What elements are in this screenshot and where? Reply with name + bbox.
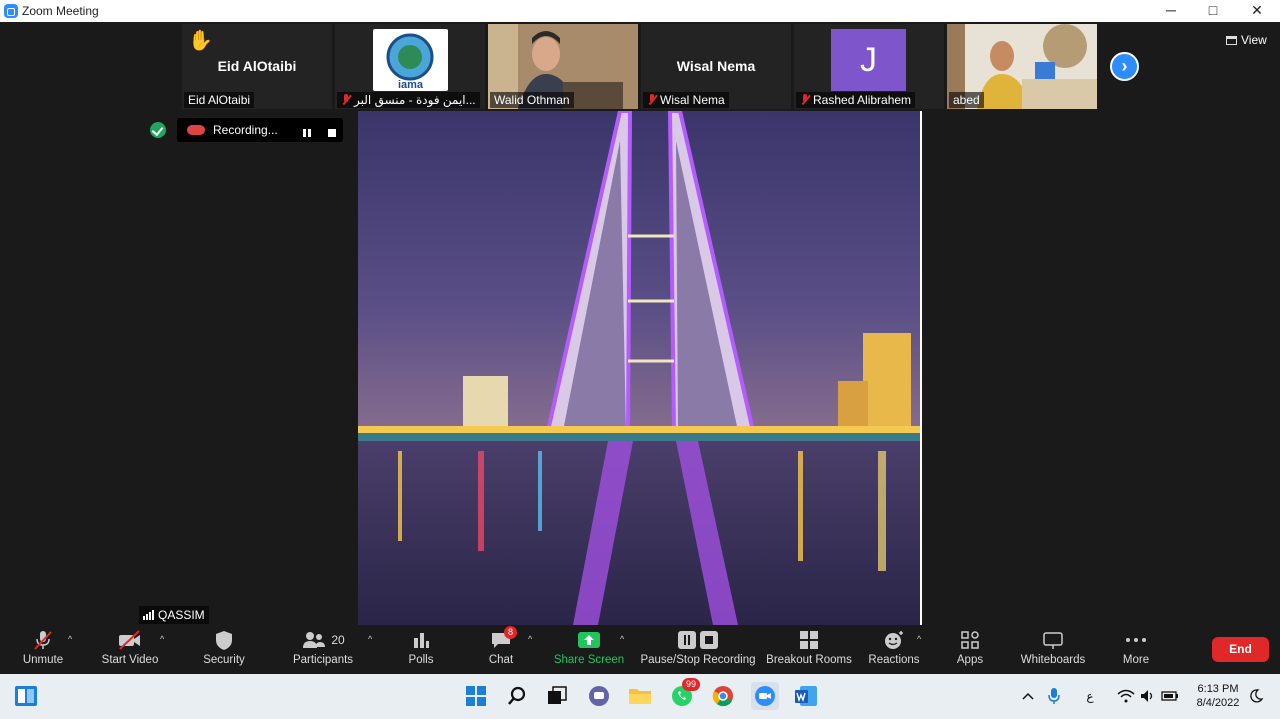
reactions-options-caret[interactable]: ^	[917, 634, 921, 644]
participant-name-label: Eid AlOtaibi	[184, 92, 255, 108]
participant-name-label: ايمن فودة - منسق البر...	[337, 92, 480, 108]
windows-start-icon[interactable]	[462, 682, 490, 710]
participant-tile[interactable]: Walid Othman	[488, 24, 638, 109]
recording-indicator: Recording...	[177, 118, 343, 142]
recording-label: Recording...	[213, 123, 278, 137]
view-grid-icon	[1226, 35, 1237, 45]
encryption-shield-icon[interactable]	[150, 122, 166, 138]
participant-name-label: abed	[949, 92, 984, 108]
participant-name-label: Walid Othman	[490, 92, 574, 108]
apps-icon	[961, 631, 979, 649]
mic-muted-icon	[647, 94, 657, 106]
cloud-record-icon	[187, 125, 205, 135]
mic-muted-icon	[341, 94, 351, 106]
unmute-button[interactable]: Unmute	[14, 626, 72, 674]
reactions-button[interactable]: Reactions	[866, 626, 922, 674]
participants-icon	[303, 632, 326, 648]
security-button[interactable]: Security	[198, 626, 250, 674]
video-off-icon	[119, 630, 140, 650]
more-button[interactable]: More	[1116, 626, 1156, 674]
start-video-button[interactable]: Start Video	[100, 626, 160, 674]
stop-icon	[328, 129, 336, 137]
whiteboards-button[interactable]: Whiteboards	[1018, 626, 1088, 674]
participant-name-label: Rashed Alibrahem	[796, 92, 916, 108]
network-label: QASSIM	[139, 606, 209, 624]
reactions-icon	[885, 631, 903, 649]
breakout-rooms-button[interactable]: Breakout Rooms	[766, 626, 852, 674]
participants-button[interactable]: 20 Participants	[290, 626, 356, 674]
chevron-right-icon: ›	[1121, 56, 1128, 76]
more-dots-icon	[1126, 638, 1146, 642]
pause-stop-recording-button[interactable]: Pause/Stop Recording	[640, 626, 756, 674]
share-options-caret[interactable]: ^	[620, 634, 624, 644]
polls-icon	[414, 633, 429, 648]
next-page-button[interactable]: ›	[1110, 52, 1139, 81]
clock-time: 6:13 PM	[1197, 683, 1239, 695]
raised-hand-icon: ✋	[188, 30, 213, 52]
pause-stop-icon	[678, 631, 718, 649]
screen-divider	[920, 111, 922, 625]
share-screen-button[interactable]: Share Screen	[552, 626, 626, 674]
chat-button[interactable]: 8 Chat	[480, 626, 522, 674]
participants-count: 20	[331, 633, 345, 647]
participant-tile[interactable]: Wisal Nema Wisal Nema	[641, 24, 791, 109]
windows-taskbar: 99 ع	[0, 674, 1280, 719]
mic-muted-icon	[800, 94, 810, 106]
signal-bars-icon	[143, 610, 154, 620]
breakout-rooms-icon	[800, 631, 818, 649]
mic-muted-icon	[34, 631, 52, 650]
chrome-icon[interactable]	[709, 682, 737, 710]
title-bar: Zoom Meeting ─ □ ✕	[0, 0, 1280, 22]
video-options-caret[interactable]: ^	[160, 634, 164, 644]
whiteboard-icon	[1043, 632, 1063, 649]
participant-logo: iama	[373, 29, 448, 91]
end-meeting-button[interactable]: End	[1212, 637, 1269, 662]
window-title: Zoom Meeting	[22, 4, 99, 18]
clock-date: 8/4/2022	[1196, 697, 1240, 709]
battery-icon[interactable]	[1156, 682, 1184, 710]
pause-icon	[303, 129, 311, 137]
zoom-app-icon	[4, 4, 18, 18]
participant-tile[interactable]: J Rashed Alibrahem	[794, 24, 944, 109]
avatar: J	[831, 29, 906, 91]
chat-badge: 8	[504, 626, 518, 639]
widgets-icon[interactable]	[12, 682, 40, 710]
close-button[interactable]: ✕	[1234, 0, 1280, 22]
zoom-taskbar-icon[interactable]	[751, 682, 779, 710]
minimize-button[interactable]: ─	[1148, 0, 1194, 22]
whatsapp-badge: 99	[682, 678, 701, 691]
task-view-icon[interactable]	[543, 682, 571, 710]
view-button[interactable]: View	[1226, 33, 1267, 47]
participant-tile-name: Eid AlOtaibi	[217, 58, 297, 74]
microphone-icon[interactable]	[1040, 682, 1068, 710]
chat-options-caret[interactable]: ^	[528, 634, 532, 644]
show-hidden-icons-chevron-icon[interactable]	[1014, 682, 1042, 710]
teams-chat-icon[interactable]	[585, 682, 613, 710]
share-screen-icon	[578, 632, 600, 648]
participant-tile[interactable]: ✋ Eid AlOtaibi Eid AlOtaibi	[182, 24, 332, 109]
meeting-toolbar: Unmute ^ Start Video ^ Security 20 Parti…	[0, 626, 1280, 674]
word-icon[interactable]	[792, 682, 820, 710]
stop-recording-button[interactable]	[328, 126, 336, 137]
participant-tile[interactable]: iama ايمن فودة - منسق البر...	[335, 24, 485, 109]
participant-tile-name: Wisal Nema	[676, 58, 756, 74]
security-shield-icon	[216, 631, 232, 650]
input-language-indicator[interactable]: ع	[1076, 682, 1104, 710]
whatsapp-icon[interactable]: 99	[668, 678, 701, 710]
maximize-button[interactable]: □	[1190, 0, 1236, 22]
file-explorer-icon[interactable]	[626, 682, 654, 710]
participant-tile[interactable]: abed	[947, 24, 1097, 109]
polls-button[interactable]: Polls	[400, 626, 442, 674]
audio-options-caret[interactable]: ^	[68, 634, 72, 644]
system-clock[interactable]: 6:13 PM 8/4/2022	[1188, 682, 1248, 710]
logo-text: iama	[397, 79, 424, 91]
participants-options-caret[interactable]: ^	[368, 634, 372, 644]
search-icon[interactable]	[503, 682, 531, 710]
pause-recording-button[interactable]	[303, 126, 311, 137]
shared-screen-image	[358, 111, 920, 625]
apps-button[interactable]: Apps	[950, 626, 990, 674]
participant-name-label: Wisal Nema	[643, 92, 729, 108]
